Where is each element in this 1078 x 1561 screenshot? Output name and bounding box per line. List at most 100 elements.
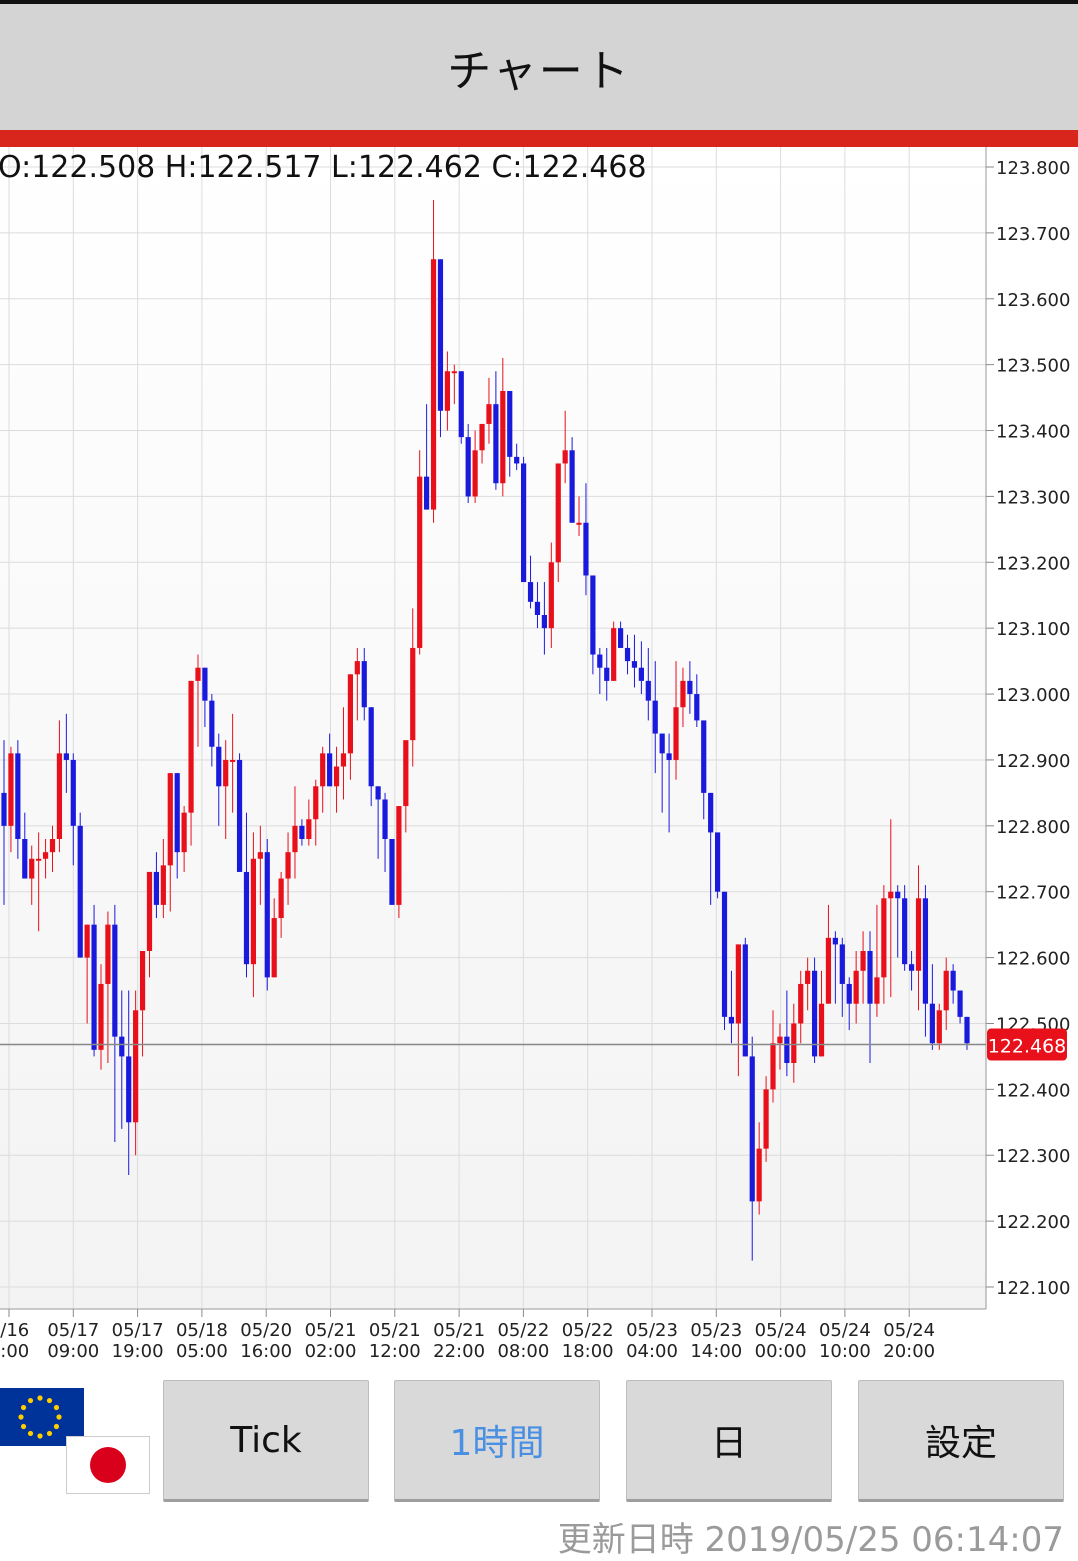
chart-area[interactable]: 123.800 123.700 123.600 123.500 123.400 123.3… [0, 147, 1078, 1375]
y-tick-label: 123.600 [996, 290, 1070, 311]
candle-body [548, 562, 554, 629]
candle-body [63, 753, 69, 760]
y-tick-label: 123.300 [996, 487, 1070, 508]
candle-body [382, 799, 388, 839]
candle-body [798, 983, 804, 1024]
candle-body [153, 871, 160, 905]
x-tick-date: 05/24 [819, 1320, 871, 1341]
tick-button[interactable]: Tick [163, 1380, 369, 1502]
candle-body [611, 628, 617, 681]
candle-body [811, 970, 818, 1057]
jp-flag-icon[interactable] [66, 1436, 150, 1494]
candle-body [126, 1056, 132, 1123]
candle-body [139, 951, 146, 1011]
x-tick-time: 10:00 [819, 1341, 871, 1362]
candle-body [555, 463, 561, 563]
candle-body [250, 858, 257, 965]
day-button[interactable]: 日 [626, 1380, 832, 1502]
candle-body [195, 667, 201, 681]
candle-body [230, 759, 236, 762]
x-tick-date: 05/23 [690, 1320, 742, 1341]
candle-body [562, 450, 568, 464]
candle-body [320, 753, 326, 787]
candle-body [375, 786, 381, 800]
candle-body [687, 680, 693, 695]
y-tick-label: 122.300 [996, 1146, 1070, 1167]
candle-body [29, 858, 35, 879]
candle-body [403, 740, 409, 807]
candle-body [105, 924, 111, 984]
candle-body [36, 858, 42, 861]
y-tick-label: 122.600 [996, 949, 1070, 970]
candle-body [791, 1023, 797, 1063]
x-tick-time: 08:00 [497, 1341, 549, 1362]
settings-button[interactable]: 設定 [858, 1380, 1064, 1502]
candle-body [493, 404, 499, 484]
candle-body [396, 806, 402, 905]
candlestick-chart[interactable]: 123.800 123.700 123.600 123.500 123.400 123.3… [0, 147, 1078, 1375]
candle-body [146, 871, 153, 951]
candle-body [590, 575, 596, 655]
y-tick-label: 123.200 [996, 553, 1070, 574]
candle-body [805, 970, 811, 984]
candle-body [680, 680, 686, 708]
candle-body [8, 753, 14, 826]
candle-body [735, 944, 741, 1024]
candle-body [784, 1036, 790, 1063]
eu-star-icon [46, 1397, 53, 1404]
candle-body [507, 391, 513, 457]
eu-star-icon [37, 1433, 43, 1439]
x-tick-date: 05/22 [497, 1320, 549, 1341]
eu-star-icon [27, 1430, 34, 1437]
candle-body [243, 871, 250, 965]
candle-body [888, 891, 894, 899]
y-tick-label: 123.000 [996, 685, 1070, 706]
x-tick-time: 04:00 [626, 1341, 678, 1362]
candle-body [236, 759, 243, 872]
candle-body [361, 661, 367, 708]
candle-body [1, 792, 7, 826]
eu-star-icon [53, 1423, 60, 1430]
candle-body [756, 1148, 762, 1202]
candle-body [451, 371, 457, 374]
x-tick-date: 05/20 [240, 1320, 292, 1341]
candle-body [22, 839, 28, 879]
candle-body [424, 476, 430, 510]
accent-bar [0, 130, 1078, 147]
candle-body [943, 970, 949, 1011]
candle-body [521, 463, 527, 583]
candle-body [624, 647, 631, 662]
candle-body [167, 773, 173, 866]
candle-body [631, 661, 638, 668]
candle-body [264, 852, 270, 978]
candle-body [846, 983, 852, 1004]
update-time: 2019/05/25 06:14:07 [704, 1520, 1064, 1560]
candle-body [881, 898, 887, 978]
candle-body [645, 680, 651, 701]
x-tick-date: 05/17 [112, 1320, 164, 1341]
candle-body [257, 852, 263, 859]
eu-star-icon [20, 1404, 27, 1411]
candle-body [306, 819, 312, 839]
x-tick-time: 00:00 [755, 1341, 807, 1362]
hour-button[interactable]: 1時間 [394, 1380, 600, 1502]
candle-body [327, 753, 333, 787]
candle-body [119, 1036, 125, 1057]
eu-star-icon [27, 1397, 34, 1404]
candle-body [479, 423, 485, 451]
candle-body [569, 450, 575, 523]
candle-body [922, 898, 929, 1004]
candle-body [929, 1003, 935, 1044]
candle-body [936, 1010, 942, 1044]
candle-body [541, 615, 547, 629]
candle-body [347, 674, 354, 754]
candle-body [56, 753, 63, 839]
candle-body [839, 944, 845, 984]
candle-body [832, 937, 838, 945]
x-tick-time: 02:00 [305, 1341, 357, 1362]
x-tick-date: 05/21 [433, 1320, 485, 1341]
candle-body [15, 753, 21, 839]
x-tick-date: 05/21 [305, 1320, 357, 1341]
candle-body [437, 259, 444, 411]
x-tick-time: 05:00 [176, 1341, 228, 1362]
